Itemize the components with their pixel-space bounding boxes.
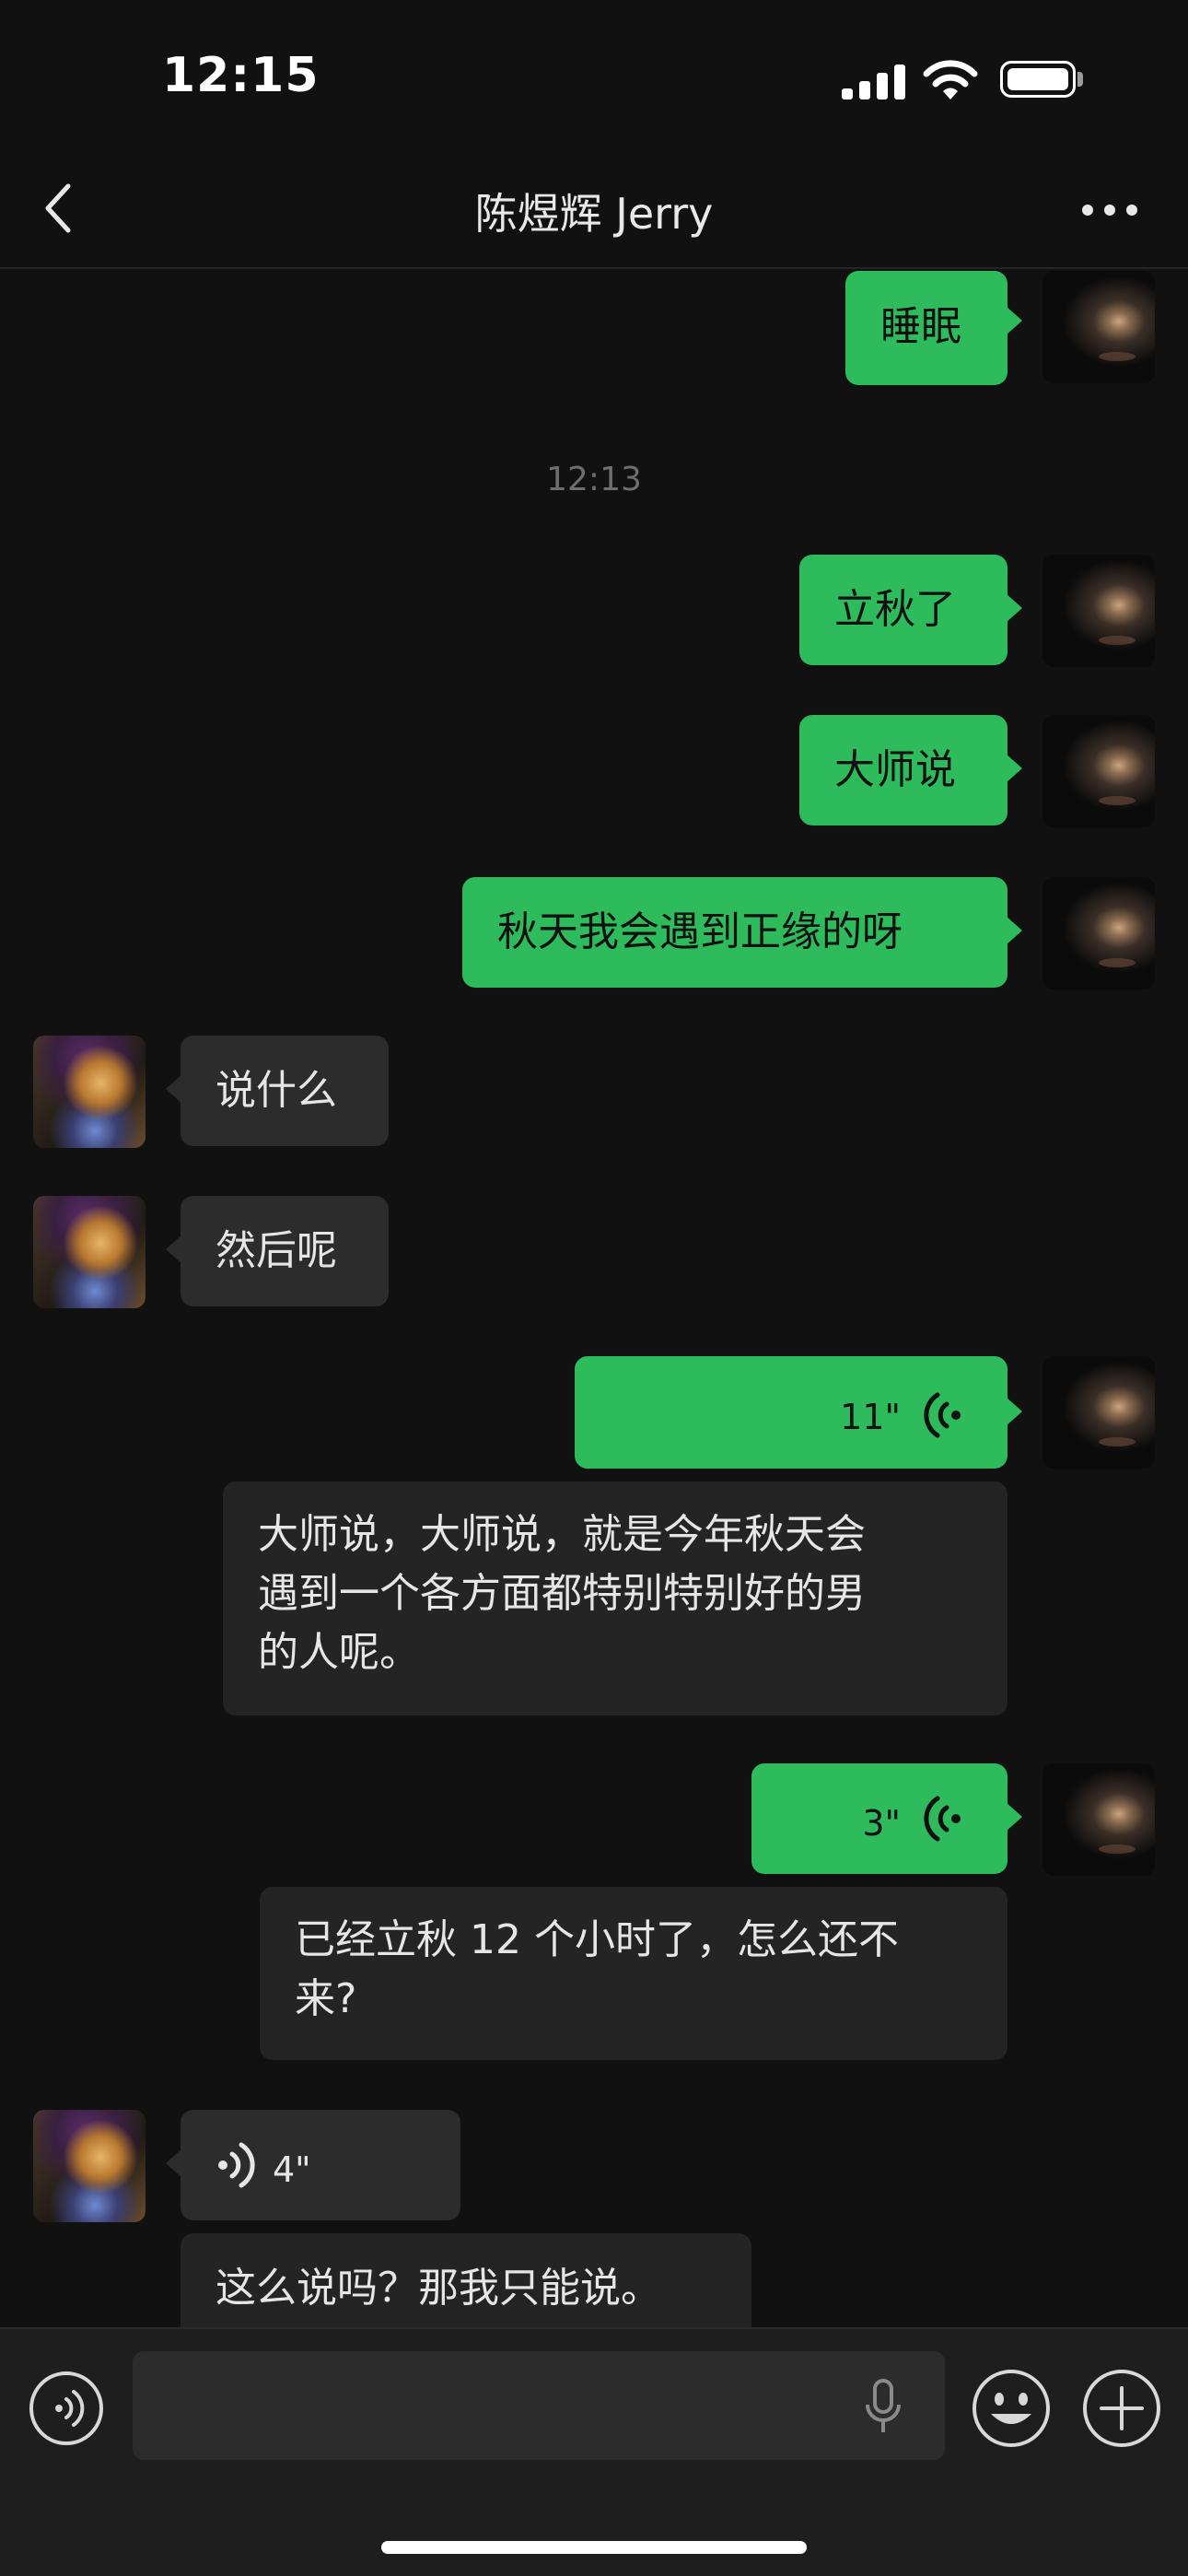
message-text: 大师说	[834, 746, 956, 793]
avatar[interactable]	[1042, 1356, 1155, 1469]
avatar[interactable]	[1042, 1763, 1155, 1876]
message-text: 睡眠	[880, 303, 961, 350]
avatar[interactable]	[1042, 877, 1155, 989]
voice-wave-icon	[924, 1392, 961, 1438]
voice-message-incoming[interactable]: 4"	[166, 2110, 460, 2220]
voice-message-outgoing[interactable]: 11"	[575, 1356, 1022, 1469]
avatar[interactable]	[33, 1196, 146, 1308]
message-bubble-outgoing[interactable]: 立秋了	[799, 555, 1022, 665]
transcript-line: 来?	[295, 1975, 357, 2022]
message-input[interactable]	[133, 2351, 945, 2460]
voice-transcript[interactable]: 大师说，大师说，就是今年秋天会 遇到一个各方面都特别特别好的男 的人呢。	[223, 1481, 1007, 1715]
plus-icon[interactable]	[1081, 2368, 1162, 2449]
message-bubble-outgoing[interactable]: 秋天我会遇到正缘的呀	[462, 877, 1022, 988]
home-indicator[interactable]	[381, 2541, 807, 2554]
voice-transcript[interactable]: 已经立秋 12 个小时了，怎么还不 来?	[260, 1887, 1007, 2060]
message-text: 说什么	[215, 1067, 337, 1114]
voice-duration: 3"	[862, 1803, 901, 1844]
battery-icon	[1000, 61, 1076, 98]
voice-wave-icon	[924, 1796, 961, 1842]
transcript-line: 这么说吗？那我只能说。	[215, 2265, 661, 2312]
message-bubble-outgoing[interactable]: 睡眠	[845, 271, 1022, 385]
emoji-icon[interactable]	[971, 2368, 1052, 2449]
avatar[interactable]	[1042, 555, 1155, 667]
transcript-line: 已经立秋 12 个小时了，怎么还不	[295, 1916, 899, 1963]
transcript-line: 大师说，大师说，就是今年秋天会	[258, 1511, 866, 1558]
message-bubble-incoming[interactable]: 说什么	[166, 1036, 389, 1146]
transcript-line: 遇到一个各方面都特别特别好的男	[258, 1570, 866, 1617]
battery-cap	[1077, 72, 1083, 87]
voice-wave-icon	[218, 2142, 255, 2188]
wifi-icon	[923, 60, 978, 100]
message-bubble-incoming[interactable]: 然后呢	[166, 1196, 389, 1306]
message-timestamp: 12:13	[546, 461, 642, 498]
status-time: 12:15	[162, 48, 320, 103]
voice-mode-icon[interactable]	[28, 2370, 105, 2447]
transcript-line: 的人呢。	[258, 1629, 420, 1676]
avatar[interactable]	[33, 2110, 146, 2222]
microphone-icon[interactable]	[864, 2377, 903, 2436]
chat-title: 陈煜辉 Jerry	[474, 189, 714, 239]
voice-duration: 4"	[273, 2149, 311, 2190]
avatar[interactable]	[1042, 271, 1155, 383]
voice-message-outgoing[interactable]: 3"	[751, 1763, 1022, 1874]
message-bubble-outgoing[interactable]: 大师说	[799, 715, 1022, 825]
message-text: 然后呢	[215, 1227, 337, 1274]
signal-icon	[842, 63, 906, 100]
message-text: 立秋了	[834, 586, 956, 633]
avatar[interactable]	[33, 1036, 146, 1148]
more-icon[interactable]	[1079, 192, 1140, 228]
voice-duration: 11"	[840, 1397, 901, 1437]
avatar[interactable]	[1042, 715, 1155, 827]
message-text: 秋天我会遇到正缘的呀	[497, 908, 903, 955]
